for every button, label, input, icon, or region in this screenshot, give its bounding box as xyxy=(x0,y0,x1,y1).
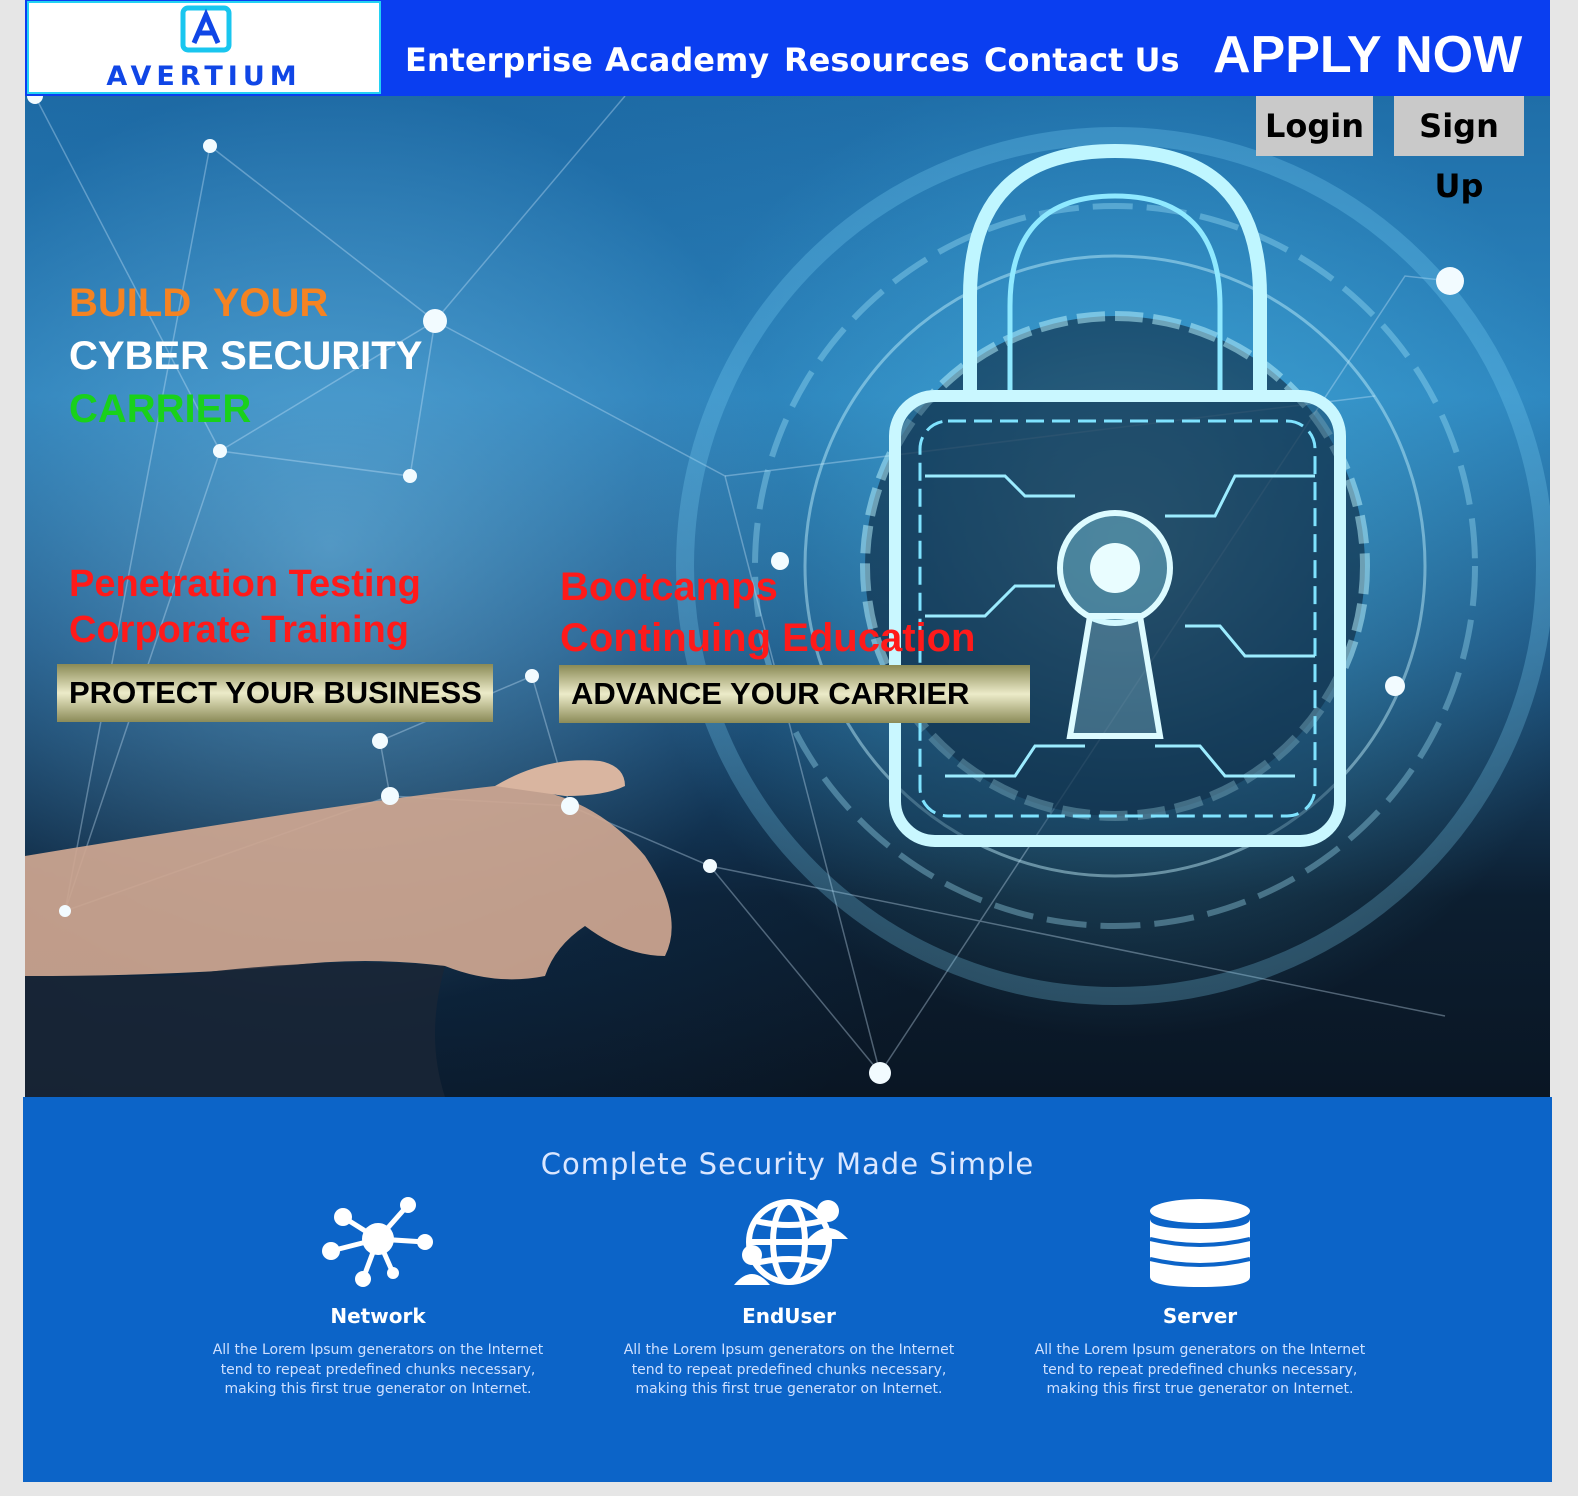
feature-name: Network xyxy=(330,1304,426,1328)
nav-resources[interactable]: Resources xyxy=(784,40,970,80)
logo[interactable]: AVERTIUM xyxy=(27,1,381,94)
logo-mark-icon xyxy=(180,5,232,53)
globe-users-icon xyxy=(734,1199,848,1285)
nav-contact-us[interactable]: Contact Us xyxy=(984,40,1180,80)
feature-server: Server All the Lorem Ipsum generators on… xyxy=(1010,1197,1390,1400)
advance-carrier-button[interactable]: ADVANCE YOUR CARRIER xyxy=(559,665,1030,723)
protect-business-button[interactable]: PROTECT YOUR BUSINESS xyxy=(57,664,493,722)
feature-name: EndUser xyxy=(742,1304,836,1328)
hero-headline-line-2: CYBER SECURITY xyxy=(69,334,423,378)
login-button[interactable]: Login xyxy=(1256,96,1373,156)
features-title: Complete Security Made Simple xyxy=(540,1147,1035,1181)
logo-text: AVERTIUM xyxy=(106,63,302,91)
service-continuing-education[interactable]: Continuing Education xyxy=(560,614,976,662)
feature-description: All the Lorem Ipsum generators on the In… xyxy=(1034,1342,1366,1397)
feature-enduser: EndUser All the Lorem Ipsum generators o… xyxy=(599,1197,979,1400)
nav-academy[interactable]: Academy xyxy=(605,40,769,80)
feature-description: All the Lorem Ipsum generators on the In… xyxy=(623,1342,955,1397)
features-section: Complete Security Made Simple Network Al… xyxy=(23,1097,1552,1482)
feature-description: All the Lorem Ipsum generators on the In… xyxy=(212,1342,544,1397)
feature-network: Network All the Lorem Ipsum generators o… xyxy=(188,1197,568,1400)
nav-enterprise[interactable]: Enterprise xyxy=(405,40,593,80)
signup-button[interactable]: Sign Up xyxy=(1394,96,1524,205)
service-bootcamps[interactable]: Bootcamps xyxy=(560,563,778,611)
service-penetration-testing[interactable]: Penetration Testing xyxy=(69,561,421,607)
service-corporate-training[interactable]: Corporate Training xyxy=(69,607,409,653)
hero-headline-line-3: CARRIER xyxy=(69,387,252,431)
network-icon xyxy=(322,1197,433,1287)
hero-headline-line-1: BUILD YOUR xyxy=(69,281,329,325)
database-icon xyxy=(1149,1199,1251,1287)
apply-now-button[interactable]: APPLY NOW xyxy=(1213,25,1522,85)
feature-name: Server xyxy=(1162,1304,1238,1328)
